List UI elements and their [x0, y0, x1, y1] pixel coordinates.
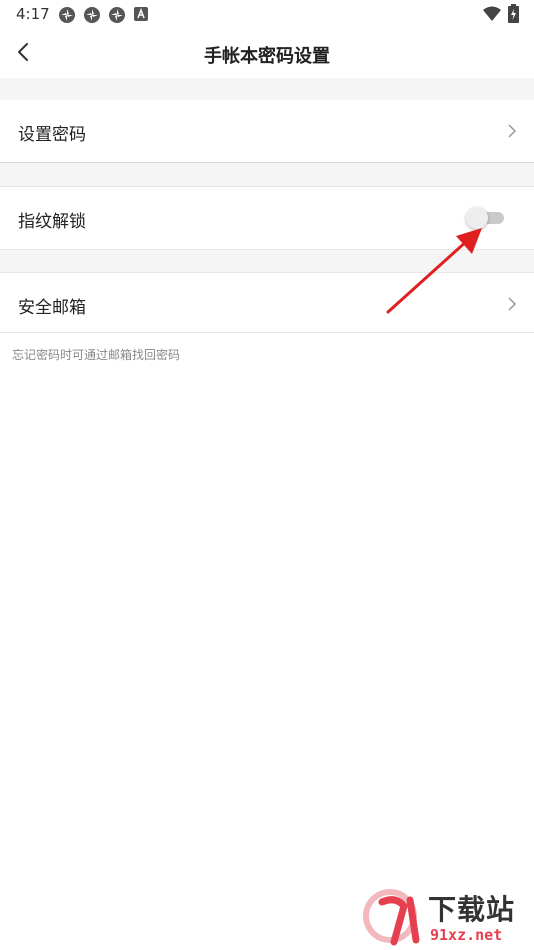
fingerprint-unlock-row: 指纹解锁 — [0, 187, 534, 249]
toggle-knob — [466, 207, 488, 229]
page-title: 手帐本密码设置 — [204, 46, 330, 67]
wifi-icon — [483, 6, 501, 21]
section-gap — [0, 78, 534, 100]
watermark-en-text: 91xz.net — [430, 926, 503, 944]
title-bar: 手帐本密码设置 — [0, 28, 534, 78]
a-icon — [134, 7, 148, 21]
notification-icon — [84, 7, 100, 23]
notification-icon — [59, 7, 75, 23]
divider — [0, 332, 534, 333]
secure-email-row[interactable]: 安全邮箱 — [0, 273, 534, 335]
section-gap — [0, 163, 534, 186]
set-password-row[interactable]: 设置密码 — [0, 100, 534, 162]
secure-email-label: 安全邮箱 — [18, 298, 86, 318]
status-time: 4:17 — [16, 5, 50, 23]
fingerprint-unlock-toggle[interactable] — [466, 207, 506, 229]
status-bar: 4:17 — [0, 0, 534, 28]
notification-icon — [109, 7, 125, 23]
watermark-logo-icon — [363, 889, 420, 946]
set-password-label: 设置密码 — [18, 125, 86, 145]
watermark-cn-text: 下载站 — [428, 893, 516, 926]
battery-icon — [508, 4, 519, 23]
fingerprint-unlock-label: 指纹解锁 — [18, 212, 86, 232]
email-recovery-hint: 忘记密码时可通过邮箱找回密码 — [12, 348, 181, 362]
watermark: 下载站 91xz.net — [360, 888, 530, 948]
chevron-right-icon — [508, 297, 517, 311]
chevron-right-icon — [508, 124, 517, 138]
section-gap — [0, 250, 534, 272]
